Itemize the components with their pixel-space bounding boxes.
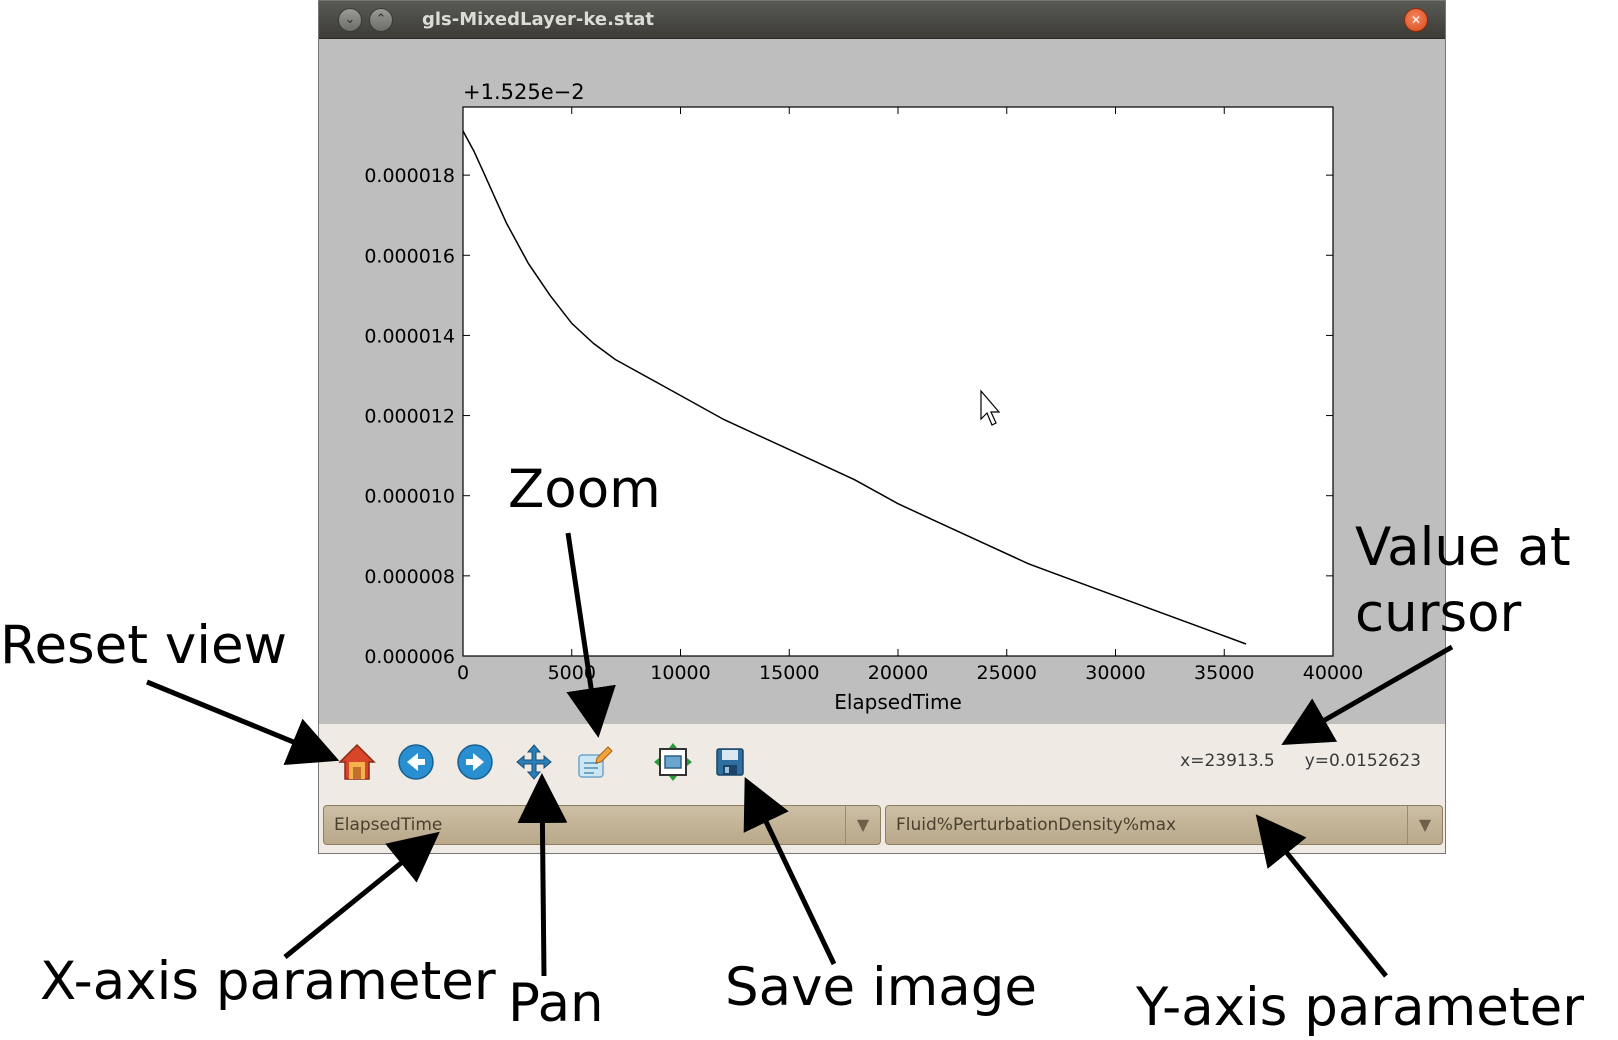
plot-frame — [462, 106, 1334, 657]
x-axis-parameter-value: ElapsedTime — [334, 815, 443, 835]
minimize-button[interactable]: ⌄ — [338, 8, 362, 32]
title-bar[interactable]: ⌄ ⌃ gls-MixedLayer-ke.stat ✕ — [319, 1, 1445, 39]
pan-icon[interactable] — [514, 742, 554, 782]
y-tick-label: 0.000012 — [364, 406, 455, 428]
cursor-coordinates: x=23913.5 y=0.0152623 — [1180, 751, 1421, 771]
parameter-selectors: ElapsedTime ▼ Fluid%PerturbationDensity%… — [319, 801, 1445, 853]
forward-icon[interactable] — [455, 742, 495, 782]
annotation-save-image: Save image — [725, 957, 1038, 1018]
window-title: gls-MixedLayer-ke.stat — [422, 9, 654, 30]
x-tick-label: 5000 — [548, 662, 596, 684]
chevron-down-icon[interactable]: ▼ — [845, 806, 880, 844]
x-tick-label: 40000 — [1303, 662, 1363, 684]
arrow-x-axis-parameter — [283, 831, 440, 959]
cursor-y-value: y=0.0152623 — [1304, 751, 1421, 771]
x-axis-label: ElapsedTime — [834, 690, 962, 714]
x-tick-label: 25000 — [977, 662, 1037, 684]
y-axis-parameter-select[interactable]: Fluid%PerturbationDensity%max ▼ — [885, 805, 1443, 845]
annotation-x-axis-parameter: X-axis parameter — [40, 951, 496, 1012]
annotation-y-axis-parameter: Y-axis parameter — [1136, 977, 1585, 1038]
save-icon[interactable] — [710, 742, 750, 782]
annotation-zoom: Zoom — [508, 459, 661, 520]
annotation-pan: Pan — [508, 973, 604, 1034]
y-tick-label: 0.000018 — [364, 165, 455, 187]
x-tick-label: 15000 — [759, 662, 819, 684]
plot-window: ⌄ ⌃ gls-MixedLayer-ke.stat ✕ 0 5000 10000 1… — [318, 0, 1446, 854]
y-tick-label: 0.000010 — [364, 486, 455, 508]
y-tick-label: 0.000016 — [364, 245, 455, 267]
navigation-toolbar: x=23913.5 y=0.0152623 — [319, 724, 1445, 801]
home-icon[interactable] — [337, 742, 377, 782]
x-tick-label: 30000 — [1085, 662, 1145, 684]
x-axis-parameter-select[interactable]: ElapsedTime ▼ — [323, 805, 881, 845]
maximize-button[interactable]: ⌃ — [369, 8, 393, 32]
annotation-value-at-cursor-line1: Value at — [1355, 517, 1571, 578]
y-axis-parameter-value: Fluid%PerturbationDensity%max — [896, 815, 1177, 835]
back-icon[interactable] — [396, 742, 436, 782]
x-tick-label: 0 — [457, 662, 469, 684]
zoom-icon[interactable] — [575, 742, 615, 782]
annotation-value-at-cursor-line2: cursor — [1355, 583, 1522, 644]
arrow-reset-view — [146, 679, 340, 765]
y-offset-label: +1.525e−2 — [463, 80, 585, 104]
close-button[interactable]: ✕ — [1404, 8, 1428, 32]
cursor-x-value: x=23913.5 — [1180, 751, 1275, 771]
y-tick-label: 0.000014 — [364, 325, 455, 347]
chevron-down-icon[interactable]: ▼ — [1407, 806, 1442, 844]
subplots-icon[interactable] — [653, 742, 693, 782]
y-tick-label: 0.000006 — [364, 646, 455, 668]
y-tick-label: 0.000008 — [364, 566, 455, 588]
x-tick-label: 20000 — [868, 662, 928, 684]
plot-canvas[interactable]: 0 5000 10000 15000 20000 25000 30000 35000 40000… — [319, 39, 1445, 724]
x-tick-label: 10000 — [650, 662, 710, 684]
x-tick-label: 35000 — [1194, 662, 1254, 684]
annotation-reset-view: Reset view — [0, 615, 287, 676]
chart[interactable]: 0 5000 10000 15000 20000 25000 30000 35000 40000… — [319, 39, 1445, 724]
